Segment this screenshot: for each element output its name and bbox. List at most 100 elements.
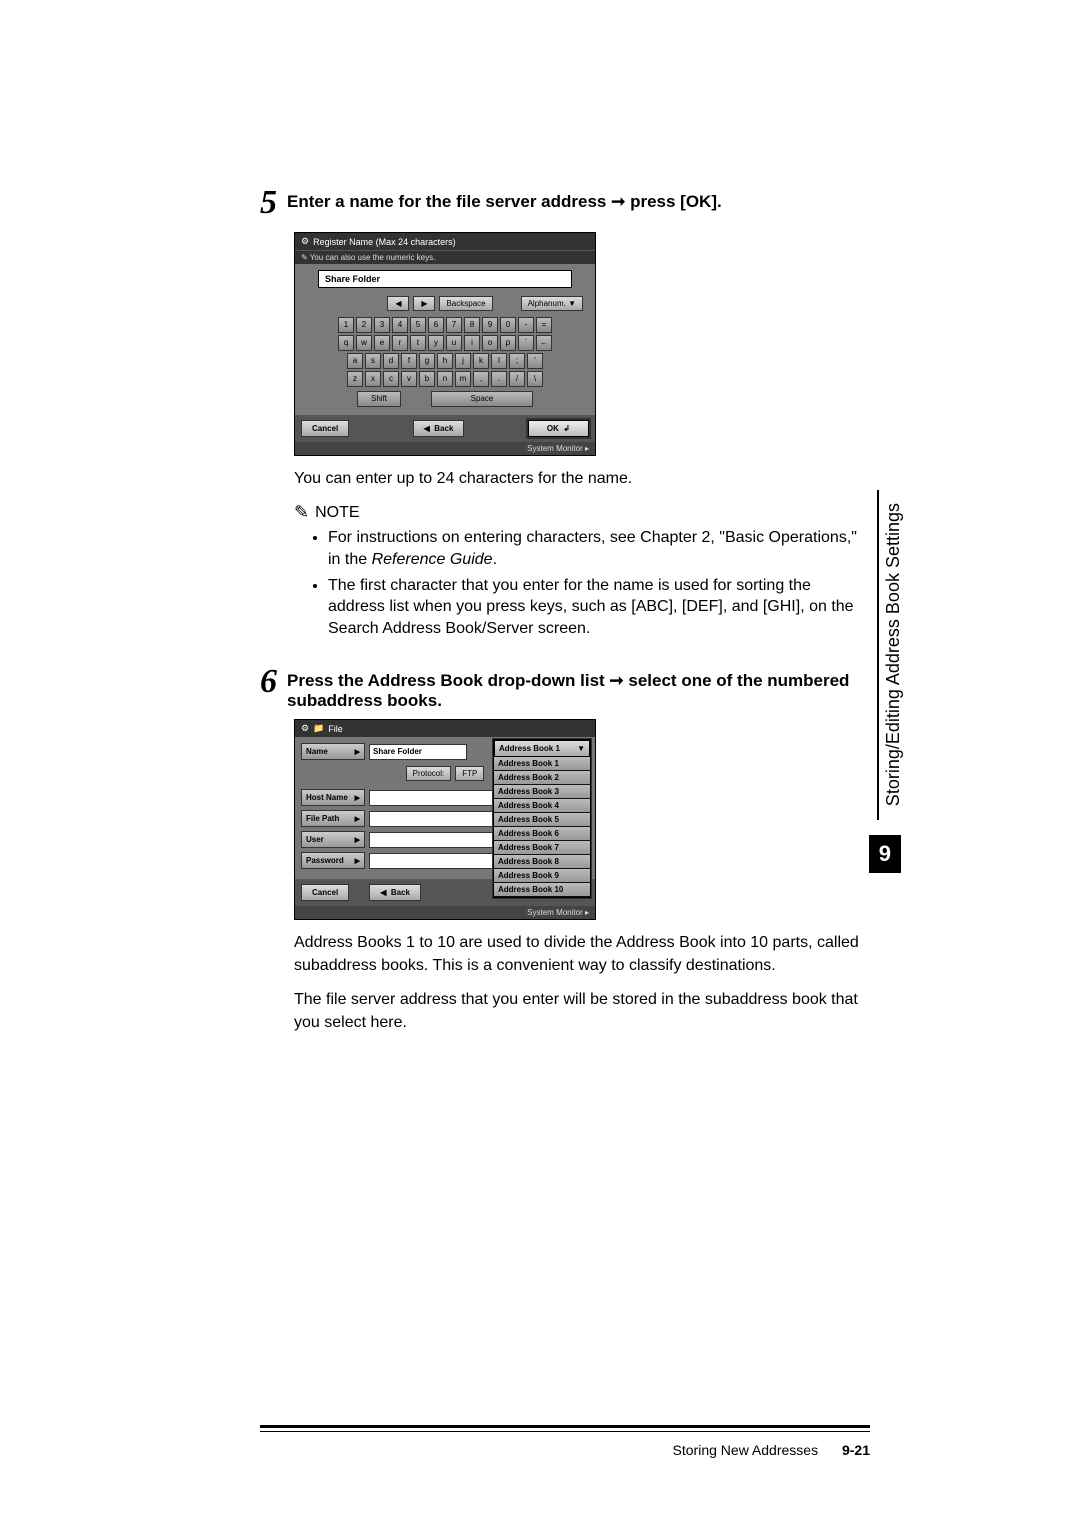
host-name-label[interactable]: Host Name▶ xyxy=(301,789,365,806)
key-q[interactable]: q xyxy=(338,335,354,351)
key-b[interactable]: b xyxy=(419,371,435,387)
key-period[interactable]: . xyxy=(491,371,507,387)
step-6-number: 6 xyxy=(260,665,277,699)
chapter-number: 9 xyxy=(869,835,901,873)
system-monitor-button[interactable]: System Monitor ▸ xyxy=(295,442,595,455)
key-n[interactable]: n xyxy=(437,371,453,387)
password-label[interactable]: Password▶ xyxy=(301,852,365,869)
name-input[interactable]: Share Folder xyxy=(318,270,572,288)
key-f[interactable]: f xyxy=(401,353,417,369)
note-icon: ✎ xyxy=(294,502,309,523)
keyboard-row-3: a s d f g h j k l ; ' xyxy=(301,353,589,369)
cancel-button[interactable]: Cancel xyxy=(301,884,349,901)
address-book-option-2[interactable]: Address Book 2 xyxy=(494,771,590,785)
key-comma[interactable]: , xyxy=(473,371,489,387)
file-path-label[interactable]: File Path▶ xyxy=(301,810,365,827)
key-p[interactable]: p xyxy=(500,335,516,351)
key-g[interactable]: g xyxy=(419,353,435,369)
back-button[interactable]: ◀ Back xyxy=(369,884,421,901)
step-5-caption: You can enter up to 24 characters for th… xyxy=(294,468,870,490)
file-tab[interactable]: File xyxy=(328,724,343,734)
keyboard-row-2: q w e r t y u i o p ` ← xyxy=(301,335,589,351)
key-i[interactable]: i xyxy=(464,335,480,351)
key-3[interactable]: 3 xyxy=(374,317,390,333)
key-h[interactable]: h xyxy=(437,353,453,369)
key-4[interactable]: 4 xyxy=(392,317,408,333)
cancel-button[interactable]: Cancel xyxy=(301,420,349,437)
step-5-number: 5 xyxy=(260,186,277,220)
step-5-title: Enter a name for the file server address… xyxy=(287,190,722,212)
key-v[interactable]: v xyxy=(401,371,417,387)
user-label[interactable]: User▶ xyxy=(301,831,365,848)
key-c[interactable]: c xyxy=(383,371,399,387)
address-book-option-9[interactable]: Address Book 9 xyxy=(494,869,590,883)
dialog-title: Register Name (Max 24 characters) xyxy=(313,237,456,247)
keyboard-row-1: 1 2 3 4 5 6 7 8 9 0 - = xyxy=(301,317,589,333)
address-book-option-5[interactable]: Address Book 5 xyxy=(494,813,590,827)
key-w[interactable]: w xyxy=(356,335,372,351)
address-book-option-8[interactable]: Address Book 8 xyxy=(494,855,590,869)
cursor-right-button[interactable]: ▶ xyxy=(413,296,435,311)
name-field-label[interactable]: Name▶ xyxy=(301,743,365,760)
key-hyphen[interactable]: - xyxy=(518,317,534,333)
chevron-down-icon: ▼ xyxy=(577,744,585,753)
key-6[interactable]: 6 xyxy=(428,317,444,333)
chevron-right-icon: ▶ xyxy=(355,748,360,756)
key-0[interactable]: 0 xyxy=(500,317,516,333)
key-5[interactable]: 5 xyxy=(410,317,426,333)
key-r[interactable]: r xyxy=(392,335,408,351)
key-l[interactable]: l xyxy=(491,353,507,369)
key-s[interactable]: s xyxy=(365,353,381,369)
address-book-option-4[interactable]: Address Book 4 xyxy=(494,799,590,813)
key-m[interactable]: m xyxy=(455,371,471,387)
key-u[interactable]: u xyxy=(446,335,462,351)
chevron-right-icon: ▶ xyxy=(355,794,360,802)
shift-key[interactable]: Shift xyxy=(357,391,401,407)
ok-button[interactable]: OK ↲ xyxy=(528,420,589,437)
key-t[interactable]: t xyxy=(410,335,426,351)
backspace-button[interactable]: Backspace xyxy=(439,296,492,311)
key-j[interactable]: j xyxy=(455,353,471,369)
key-9[interactable]: 9 xyxy=(482,317,498,333)
note-item-1: For instructions on entering characters,… xyxy=(328,527,870,570)
key-o[interactable]: o xyxy=(482,335,498,351)
key-y[interactable]: y xyxy=(428,335,444,351)
step-6-para-2: The file server address that you enter w… xyxy=(294,989,870,1034)
entry-mode-dropdown[interactable]: Alphanum. ▼ xyxy=(521,296,583,311)
system-monitor-button[interactable]: System Monitor ▸ xyxy=(295,906,595,919)
protocol-value[interactable]: FTP xyxy=(455,766,484,781)
key-8[interactable]: 8 xyxy=(464,317,480,333)
key-slash[interactable]: / xyxy=(509,371,525,387)
key-k[interactable]: k xyxy=(473,353,489,369)
chapter-tab-label: Storing/Editing Address Book Settings xyxy=(883,503,904,806)
address-book-dropdown-screenshot: ⚙ 📁 File Name▶ Share Folder Protocol: FT… xyxy=(294,719,870,920)
address-book-option-3[interactable]: Address Book 3 xyxy=(494,785,590,799)
chevron-down-icon: ▼ xyxy=(568,299,576,308)
key-enter-arrow[interactable]: ← xyxy=(536,335,552,351)
address-book-option-10[interactable]: Address Book 10 xyxy=(494,883,590,897)
key-2[interactable]: 2 xyxy=(356,317,372,333)
key-z[interactable]: z xyxy=(347,371,363,387)
address-book-option-6[interactable]: Address Book 6 xyxy=(494,827,590,841)
address-book-dropdown[interactable]: Address Book 1▼ Address Book 1 Address B… xyxy=(493,739,591,898)
key-1[interactable]: 1 xyxy=(338,317,354,333)
page-footer: Storing New Addresses 9-21 xyxy=(260,1425,870,1458)
key-e[interactable]: e xyxy=(374,335,390,351)
key-backslash[interactable]: \ xyxy=(527,371,543,387)
page-number: 9-21 xyxy=(842,1442,870,1458)
key-x[interactable]: x xyxy=(365,371,381,387)
key-semicolon[interactable]: ; xyxy=(509,353,525,369)
address-book-option-1[interactable]: Address Book 1 xyxy=(494,757,590,771)
enter-icon: ↲ xyxy=(563,424,570,433)
address-book-option-7[interactable]: Address Book 7 xyxy=(494,841,590,855)
key-7[interactable]: 7 xyxy=(446,317,462,333)
key-apostrophe[interactable]: ' xyxy=(527,353,543,369)
key-backtick[interactable]: ` xyxy=(518,335,534,351)
key-a[interactable]: a xyxy=(347,353,363,369)
arrow-icon: ➞ xyxy=(609,671,623,690)
key-equals[interactable]: = xyxy=(536,317,552,333)
back-button[interactable]: ◀ Back xyxy=(413,420,465,437)
space-key[interactable]: Space xyxy=(431,391,533,407)
key-d[interactable]: d xyxy=(383,353,399,369)
cursor-left-button[interactable]: ◀ xyxy=(387,296,409,311)
